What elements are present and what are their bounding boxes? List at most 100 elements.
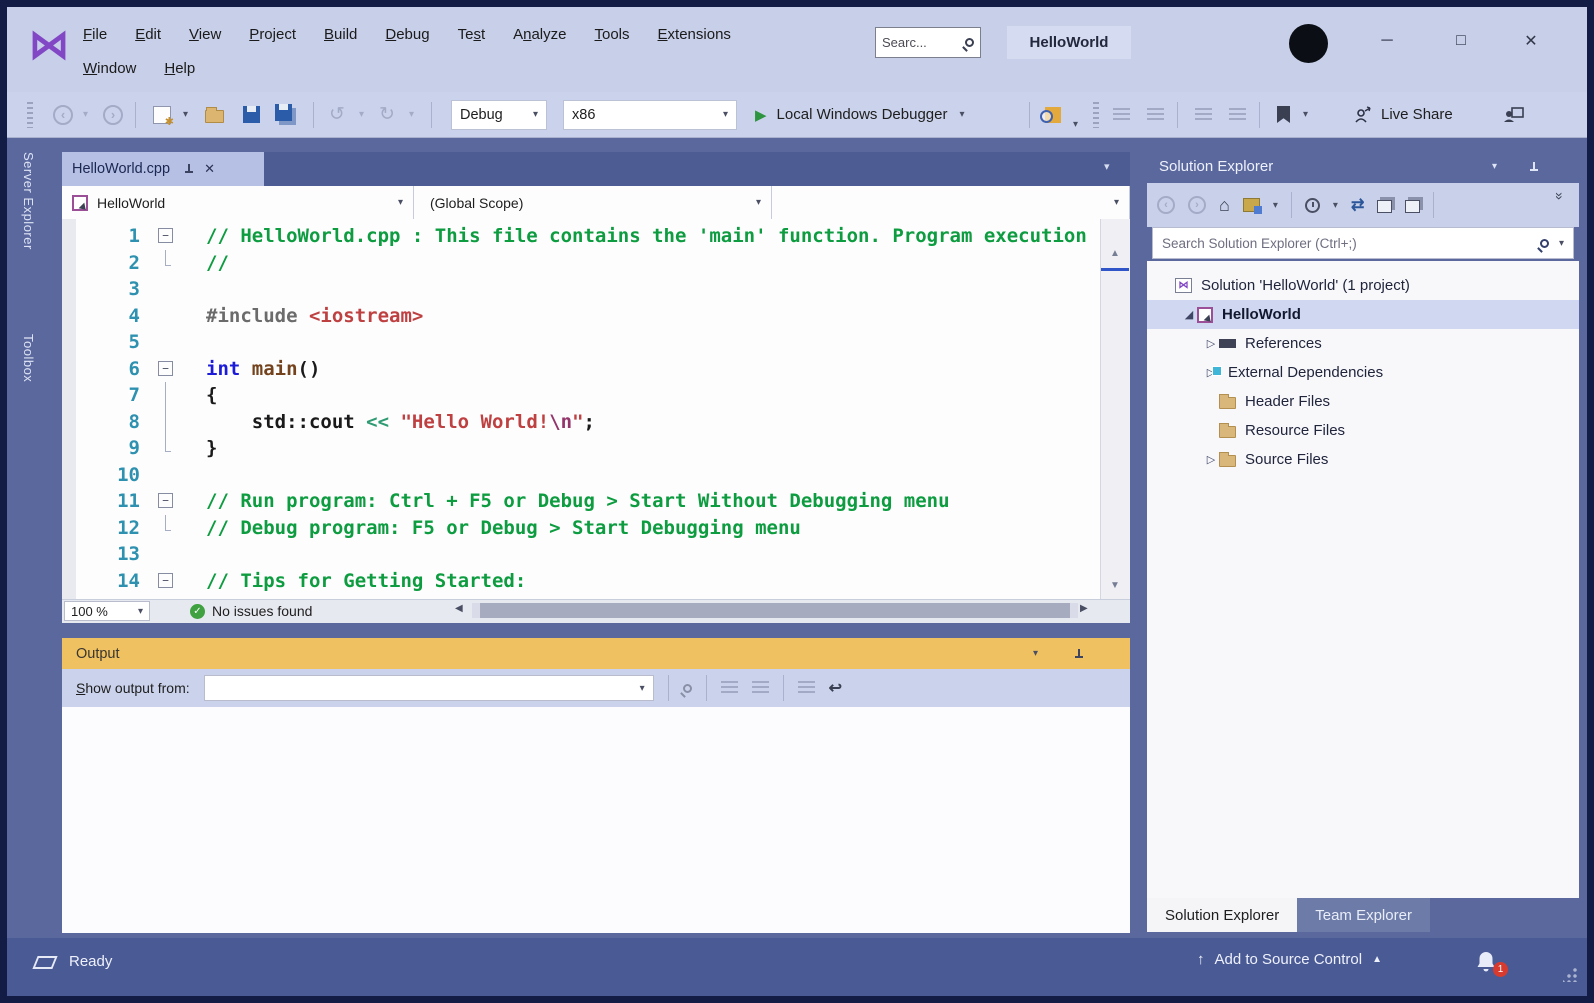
- user-avatar[interactable]: [1289, 24, 1328, 63]
- window-position-dropdown[interactable]: ▾: [1033, 648, 1038, 659]
- tree-expander-icon[interactable]: ◢: [1181, 308, 1197, 321]
- tree-item-source-files[interactable]: ▷ Source Files: [1147, 445, 1579, 474]
- switch-views-dropdown[interactable]: ▾: [1273, 200, 1278, 211]
- show-output-from-dropdown[interactable]: ▾: [203, 675, 654, 701]
- undo-dropdown[interactable]: ▾: [359, 92, 364, 137]
- solution-explorer-header[interactable]: Solution Explorer ▾: [1147, 150, 1579, 183]
- search-options-dropdown[interactable]: ▾: [1559, 238, 1564, 249]
- tree-expander-icon[interactable]: ▷: [1203, 453, 1219, 466]
- pin-icon[interactable]: [1529, 161, 1539, 172]
- solution-configurations-dropdown[interactable]: Debug ▾: [451, 99, 547, 130]
- collapse-region-icon[interactable]: −: [158, 572, 173, 588]
- se-forward-icon[interactable]: ›: [1188, 196, 1206, 214]
- window-position-dropdown[interactable]: ▾: [1492, 161, 1497, 172]
- send-feedback-button[interactable]: [1503, 92, 1525, 137]
- nav-project-dropdown[interactable]: HelloWorld ▾: [62, 186, 414, 219]
- pin-icon[interactable]: [1074, 648, 1084, 659]
- menu-test[interactable]: Test: [444, 21, 500, 48]
- find-in-files-button[interactable]: [1040, 92, 1061, 137]
- window-resize-grip[interactable]: [1563, 968, 1577, 982]
- comment-button[interactable]: [1195, 92, 1212, 137]
- close-button[interactable]: ✕: [1509, 25, 1553, 57]
- solution-explorer-search-input[interactable]: Search Solution Explorer (Ctrl+;) ▾: [1152, 227, 1574, 259]
- previous-message-icon[interactable]: [720, 681, 738, 695]
- sync-with-active-document-icon[interactable]: ⇄: [1351, 195, 1364, 215]
- find-message-icon[interactable]: [682, 683, 692, 693]
- output-panel-header[interactable]: Output ▾: [62, 638, 1130, 669]
- tree-item-external-dependencies[interactable]: ▷ External Dependencies: [1147, 358, 1579, 387]
- pending-changes-filter-icon[interactable]: [1304, 197, 1320, 213]
- quick-search-input[interactable]: Searc...: [875, 27, 981, 58]
- horizontal-scrollbar-thumb[interactable]: [480, 603, 1070, 618]
- toggle-word-wrap-icon[interactable]: ↩: [829, 678, 842, 698]
- collapse-region-icon[interactable]: −: [158, 493, 173, 508]
- tab-close-icon[interactable]: ✕: [204, 161, 215, 177]
- document-health-indicator[interactable]: ✓ No issues found: [190, 601, 312, 621]
- tree-item-references[interactable]: ▷ References: [1147, 329, 1579, 358]
- bookmark-button[interactable]: [1277, 92, 1290, 137]
- toolbar-grip[interactable]: [1093, 92, 1099, 137]
- collapse-region-icon[interactable]: −: [158, 360, 173, 376]
- sidebar-tab-toolbox[interactable]: Toolbox: [21, 334, 36, 382]
- background-tasks-icon[interactable]: [32, 956, 58, 969]
- se-back-icon[interactable]: ‹: [1157, 196, 1175, 214]
- filter-dropdown[interactable]: ▾: [1333, 200, 1338, 211]
- navigate-back-dropdown[interactable]: ▾: [83, 92, 88, 137]
- pin-icon[interactable]: [184, 164, 194, 174]
- toolbar-grip[interactable]: [27, 92, 33, 137]
- se-toolbar-overflow-icon[interactable]: »: [1552, 192, 1568, 200]
- menu-extensions[interactable]: Extensions: [644, 21, 745, 48]
- menu-tools[interactable]: Tools: [581, 21, 644, 48]
- menu-window[interactable]: Window: [69, 55, 150, 82]
- new-project-dropdown[interactable]: ▾: [183, 92, 188, 137]
- open-file-button[interactable]: [205, 92, 224, 137]
- solution-platforms-dropdown[interactable]: x86 ▾: [563, 99, 737, 130]
- editor-vertical-scrollbar[interactable]: [1100, 219, 1130, 599]
- redo-button[interactable]: ↻: [379, 92, 395, 137]
- tabstrip-overflow-dropdown[interactable]: ▾: [1104, 160, 1110, 173]
- maximize-button[interactable]: □: [1439, 25, 1483, 57]
- menu-view[interactable]: View: [175, 21, 235, 48]
- start-debugging-button[interactable]: ▶ Local Windows Debugger ▾: [755, 92, 965, 137]
- save-button[interactable]: [243, 92, 260, 137]
- bookmark-dropdown[interactable]: ▾: [1303, 92, 1308, 137]
- editor-zoom-dropdown[interactable]: 100 % ▾: [64, 601, 150, 621]
- live-share-button[interactable]: Live Share: [1353, 92, 1453, 137]
- collapse-all-icon[interactable]: [1405, 200, 1421, 213]
- show-all-files-icon[interactable]: [1377, 200, 1393, 213]
- menu-analyze[interactable]: Analyze: [499, 21, 580, 48]
- undo-button[interactable]: ↺: [329, 92, 345, 137]
- tree-item-helloworld[interactable]: ◢ HelloWorld: [1147, 300, 1579, 329]
- document-tab-helloworld-cpp[interactable]: HelloWorld.cpp ✕: [62, 152, 264, 186]
- scroll-down-icon[interactable]: ▼: [1100, 580, 1130, 591]
- uncomment-button[interactable]: [1229, 92, 1246, 137]
- save-all-button[interactable]: [275, 92, 292, 137]
- scroll-up-icon[interactable]: ▲: [1100, 248, 1130, 259]
- collapse-region-icon[interactable]: −: [158, 228, 173, 243]
- nav-member-dropdown[interactable]: ▾: [772, 186, 1130, 219]
- tree-item-resource-files[interactable]: Resource Files: [1147, 416, 1579, 445]
- navigate-forward-button[interactable]: ›: [103, 92, 123, 137]
- menu-build[interactable]: Build: [310, 21, 371, 48]
- menu-edit[interactable]: Edit: [121, 21, 175, 48]
- menu-debug[interactable]: Debug: [371, 21, 443, 48]
- menu-file[interactable]: File: [69, 21, 121, 48]
- indent-decrease-icon[interactable]: [1113, 92, 1130, 137]
- output-content[interactable]: [62, 707, 1130, 933]
- bottom-tab-solution-explorer[interactable]: Solution Explorer: [1147, 898, 1298, 932]
- home-icon[interactable]: ⌂: [1219, 196, 1230, 214]
- minimize-button[interactable]: ─: [1365, 25, 1409, 57]
- clear-all-icon[interactable]: [797, 681, 815, 695]
- scroll-right-icon[interactable]: ▶: [1080, 603, 1096, 614]
- new-project-button[interactable]: [153, 92, 174, 137]
- tree-item-header-files[interactable]: Header Files: [1147, 387, 1579, 416]
- add-to-source-control-button[interactable]: ↑ Add to Source Control ▲: [1197, 951, 1382, 968]
- switch-views-icon[interactable]: [1242, 198, 1262, 214]
- nav-scope-dropdown[interactable]: (Global Scope) ▾: [414, 186, 772, 219]
- menu-help[interactable]: Help: [150, 55, 209, 82]
- next-message-icon[interactable]: [751, 681, 769, 695]
- redo-dropdown[interactable]: ▾: [409, 92, 414, 137]
- bottom-tab-team-explorer[interactable]: Team Explorer: [1297, 898, 1430, 932]
- tree-expander-icon[interactable]: ▷: [1203, 337, 1219, 350]
- indent-increase-icon[interactable]: [1147, 92, 1164, 137]
